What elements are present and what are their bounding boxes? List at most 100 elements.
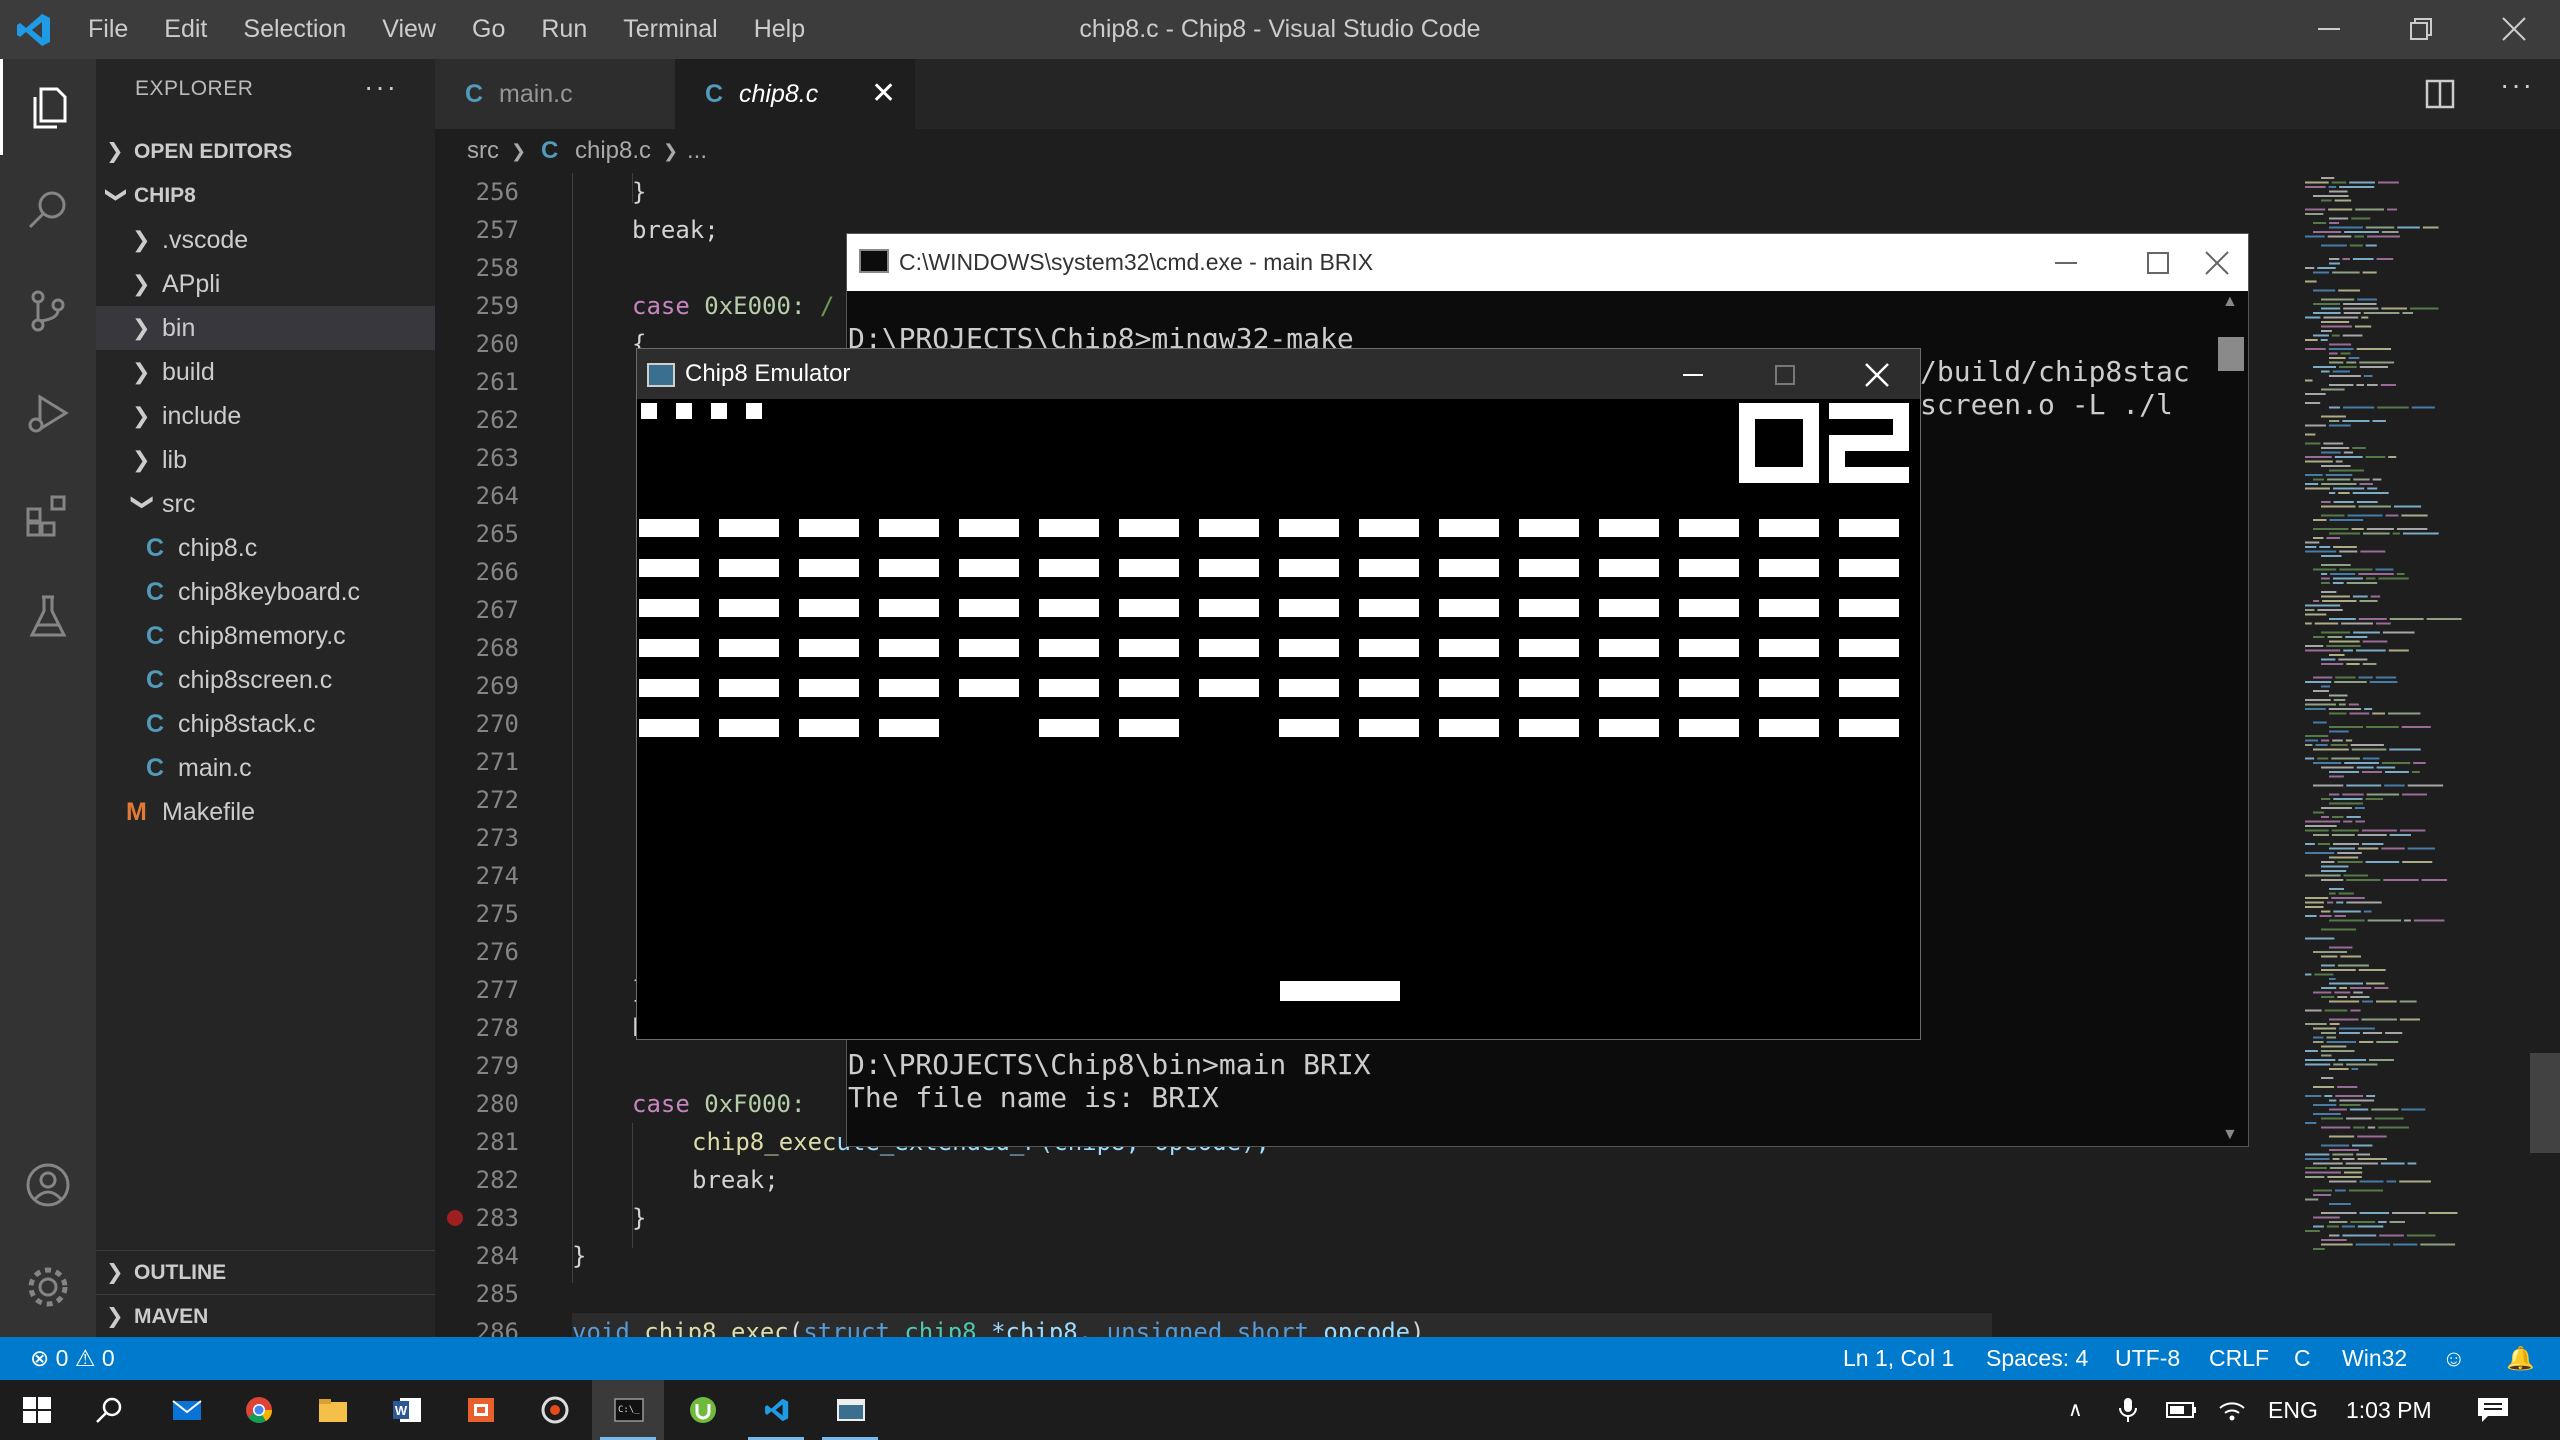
encoding-status[interactable]: UTF-8 [2115,1337,2180,1380]
testing-activity[interactable] [0,569,96,665]
editor-more-button[interactable]: ··· [2500,69,2534,101]
minimap[interactable] [2295,173,2560,1337]
tab-chip8-c[interactable]: C chip8.c ✕ [675,59,915,129]
close-window-button[interactable] [2468,0,2560,59]
system-clock[interactable]: 1:03 PM [2346,1380,2432,1440]
show-hidden-icons-icon[interactable]: ∧ [2068,1380,2083,1440]
close-tab-icon[interactable]: ✕ [871,59,896,129]
breakpoint-icon[interactable] [447,1210,463,1226]
menu-file[interactable]: File [70,0,146,59]
taskbar-word[interactable]: W [370,1380,442,1440]
indentation-status[interactable]: Spaces: 4 [1986,1337,2088,1380]
problems-status[interactable]: ⊗ 0 ⚠ 0 [30,1337,115,1380]
menu-help[interactable]: Help [736,0,823,59]
tree-file-main-c[interactable]: C main.c [96,746,435,790]
split-editor-icon[interactable] [2425,79,2455,109]
vertical-scrollbar[interactable] [2530,1053,2560,1153]
tree-folder-include[interactable]: ❯ include [96,394,435,438]
chip8-title-bar[interactable]: Chip8 Emulator [637,349,1920,399]
tree-file-chip8-c[interactable]: C chip8.c [96,526,435,570]
scroll-down-icon[interactable]: ▼ [2222,1126,2238,1144]
cmd-maximize-button[interactable] [2112,234,2204,291]
battery-icon[interactable] [2166,1400,2198,1420]
taskbar-file-explorer[interactable] [296,1380,368,1440]
menu-terminal[interactable]: Terminal [605,0,735,59]
tree-file-chip8keyboard-c[interactable]: C chip8keyboard.c [96,570,435,614]
tree-item-label: bin [162,314,196,342]
breadcrumb-folder[interactable]: src [467,129,499,173]
taskbar-chip8-app[interactable] [814,1380,886,1440]
taskbar-utorrent[interactable] [666,1380,738,1440]
minimap-line [2326,1041,2357,1043]
manage-activity[interactable] [0,1239,96,1335]
explorer-activity[interactable] [0,59,96,155]
tree-folder-build[interactable]: ❯ build [96,350,435,394]
tree-file-chip8memory-c[interactable]: C chip8memory.c [96,614,435,658]
tab-main-c[interactable]: C main.c [435,59,675,129]
brick [959,599,1019,617]
start-button[interactable] [0,1380,72,1440]
run-debug-activity[interactable] [0,365,96,461]
maven-section[interactable]: ❯ MAVEN [96,1294,435,1338]
outline-section[interactable]: ❯ OUTLINE [96,1250,435,1294]
tree-folder-vscode[interactable]: ❯ .vscode [96,218,435,262]
minimap-line [2386,1180,2397,1183]
platform-status[interactable]: Win32 [2342,1337,2407,1380]
chip8-close-button[interactable] [1830,349,1922,399]
taskbar-mail[interactable] [150,1380,222,1440]
cmd-scrollbar[interactable]: ▲ ▼ [2214,291,2248,1146]
search-activity[interactable] [0,161,96,257]
minimize-button[interactable] [2284,0,2376,59]
restore-button[interactable] [2376,0,2468,59]
cmd-minimize-button[interactable] [2020,234,2112,291]
tree-folder-lib[interactable]: ❯ lib [96,438,435,482]
breadcrumb-symbol[interactable]: ... [687,129,707,173]
tree-file-chip8screen-c[interactable]: C chip8screen.c [96,658,435,702]
tree-folder-appli[interactable]: ❯ APpli [96,262,435,306]
menu-go[interactable]: Go [454,0,523,59]
tree-file-chip8stack-c[interactable]: C chip8stack.c [96,702,435,746]
taskbar-terminal[interactable]: C:\_ [592,1380,664,1440]
tree-file-makefile[interactable]: M Makefile [96,790,435,834]
taskbar-media-player[interactable] [518,1380,590,1440]
menu-selection[interactable]: Selection [225,0,364,59]
chevron-right-icon: ❯ [106,1305,124,1328]
scroll-up-icon[interactable]: ▲ [2222,293,2238,311]
cmd-scroll-thumb[interactable] [2218,337,2244,371]
action-center-icon[interactable] [2476,1396,2510,1424]
chip8-emulator-window[interactable]: Chip8 Emulator [636,348,1921,1040]
vscode-logo-icon[interactable] [14,10,54,50]
eol-status[interactable]: CRLF [2209,1337,2269,1380]
taskbar-chrome[interactable] [222,1380,294,1440]
extensions-activity[interactable] [0,467,96,563]
menu-run[interactable]: Run [523,0,605,59]
cmd-title-bar[interactable]: C:\WINDOWS\system32\cmd.exe - main BRIX [847,234,2248,291]
menu-view[interactable]: View [364,0,454,59]
taskbar-office[interactable] [444,1380,516,1440]
taskbar-vscode[interactable] [740,1380,812,1440]
chip8-minimize-button[interactable] [1647,349,1739,399]
minimap-line [2344,762,2379,764]
taskbar-search[interactable] [72,1380,144,1440]
score-digit-pixel [1739,403,1755,419]
project-section[interactable]: ❯ CHIP8 [96,174,435,218]
breadcrumb-file[interactable]: chip8.c [575,129,651,173]
feedback-icon[interactable]: ☺ [2442,1337,2465,1380]
language-status[interactable]: C [2294,1337,2311,1380]
input-language[interactable]: ENG [2268,1380,2318,1440]
chip8-maximize-button[interactable] [1739,349,1831,399]
tree-folder-src[interactable]: ❯ src [96,482,435,526]
explorer-more-button[interactable]: ··· [364,71,398,103]
chip8-game-screen[interactable] [637,399,1920,1039]
source-control-activity[interactable] [0,263,96,359]
menu-edit[interactable]: Edit [146,0,225,59]
tree-folder-bin[interactable]: ❯ bin [96,306,435,350]
brick [879,719,939,737]
microphone-icon[interactable] [2118,1396,2138,1424]
accounts-activity[interactable] [0,1137,96,1233]
cmd-close-button[interactable] [2192,234,2250,291]
open-editors-section[interactable]: ❯ OPEN EDITORS [96,130,435,174]
wifi-icon[interactable] [2218,1398,2246,1422]
notifications-bell-icon[interactable]: 🔔 [2506,1337,2535,1380]
cursor-position[interactable]: Ln 1, Col 1 [1843,1337,1954,1380]
